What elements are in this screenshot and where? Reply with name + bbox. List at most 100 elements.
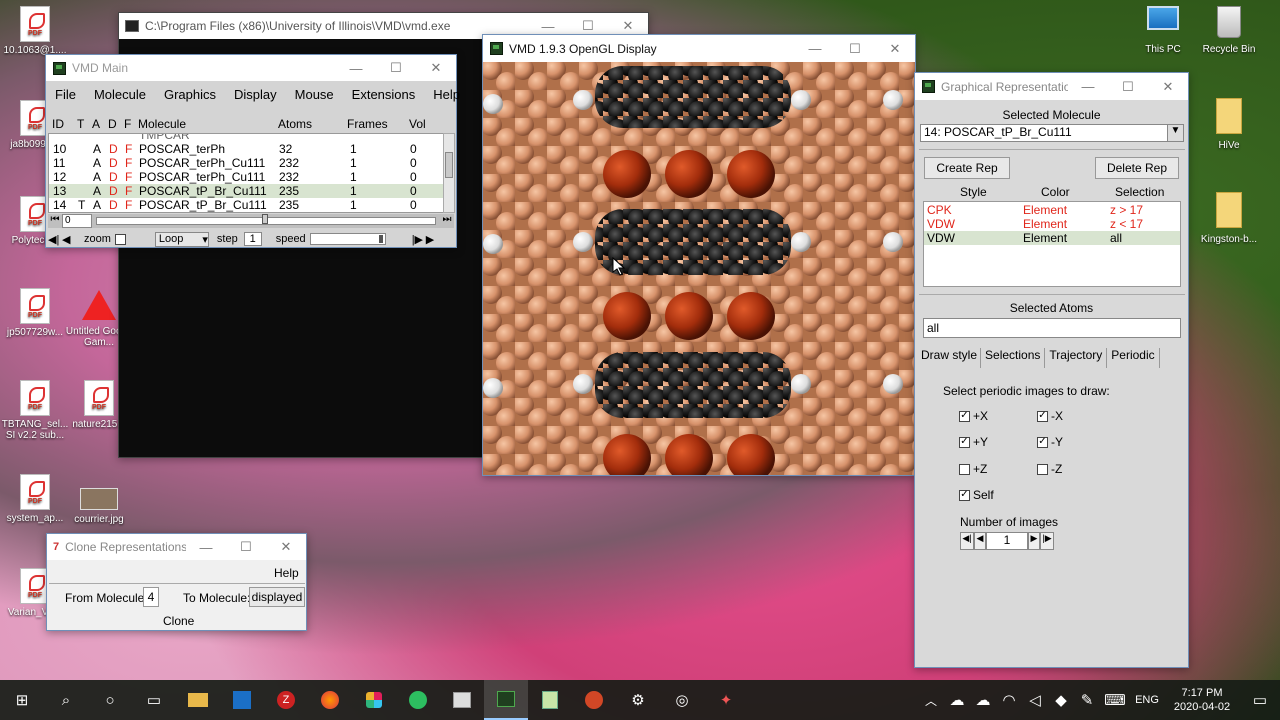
checkbox[interactable]: ✓ — [959, 410, 970, 422]
clone-button[interactable]: Clone — [163, 614, 194, 628]
search-icon[interactable]: ⌕ — [44, 680, 88, 720]
create-rep-button[interactable]: Create Rep — [924, 157, 1010, 179]
play-forward-icon[interactable]: ▶ — [426, 233, 440, 246]
slack-icon[interactable] — [352, 680, 396, 720]
rep-row[interactable]: VDW Element z < 17 — [924, 217, 1180, 231]
list-scrollbar[interactable] — [443, 133, 455, 213]
loop-select[interactable]: Loop ▾ — [154, 231, 209, 247]
maximize-icon[interactable]: ☐ — [835, 41, 875, 57]
desktop-icon-kingston[interactable]: Kingston-b... — [1194, 192, 1264, 245]
rep-row[interactable]: VDW Element all — [924, 231, 1180, 245]
notepad-icon[interactable] — [528, 680, 572, 720]
settings-icon[interactable]: ⚙ — [616, 680, 660, 720]
keyboard-icon[interactable]: ⌨ — [1100, 680, 1130, 720]
periodic-option[interactable]: ✓ +Y — [959, 435, 988, 449]
col-d[interactable]: D — [108, 117, 117, 131]
notification-icon[interactable]: ▭ — [1240, 680, 1280, 720]
periodic-option[interactable]: ✓ -X — [1037, 409, 1063, 423]
num-images-input[interactable]: 1 — [986, 532, 1028, 550]
chevron-up-icon[interactable]: ︿ — [918, 680, 944, 720]
opengl-display-window[interactable]: VMD 1.9.3 OpenGL Display — ☐ ✕ — [482, 34, 916, 476]
opengl-titlebar[interactable]: VMD 1.9.3 OpenGL Display — ☐ ✕ — [483, 35, 915, 62]
frame-input[interactable]: 0 — [62, 214, 92, 228]
col-atoms[interactable]: Atoms — [278, 117, 312, 131]
pen-icon[interactable]: ✎ — [1074, 680, 1100, 720]
selected-atoms-input[interactable]: all — [923, 318, 1181, 338]
desktop-icon-pdf-4[interactable]: jp507729w... — [0, 288, 70, 338]
from-molecule-input[interactable]: 4 — [143, 587, 159, 607]
menu-extensions[interactable]: Extensions — [343, 87, 425, 102]
menu-graphics[interactable]: Graphics — [155, 87, 225, 102]
minimize-icon[interactable]: — — [186, 540, 226, 555]
menu-display[interactable]: Display — [225, 87, 286, 102]
minimize-icon[interactable]: — — [336, 61, 376, 76]
checkbox[interactable]: ✓ — [1037, 410, 1048, 422]
maximize-icon[interactable]: ☐ — [1108, 79, 1148, 95]
desktop-icon-courrier[interactable]: courrier.jpg — [64, 488, 134, 525]
rep-row[interactable]: CPK Element z > 17 — [924, 203, 1180, 217]
periodic-option[interactable]: ✓ +X — [959, 409, 988, 423]
play-back-icon[interactable]: ◀ — [62, 233, 76, 246]
windows-start-icon[interactable]: ⊞ — [0, 680, 44, 720]
menu-file[interactable]: File — [46, 87, 85, 102]
double-left-arrow-icon[interactable]: ◀| — [960, 532, 974, 550]
dropbox-icon[interactable]: ◆ — [1048, 680, 1074, 720]
evernote-icon[interactable] — [396, 680, 440, 720]
desktop-icon-hive[interactable]: HiVe — [1194, 98, 1264, 151]
maximize-icon[interactable]: ☐ — [376, 60, 416, 76]
vmd-taskbar-icon[interactable] — [484, 680, 528, 720]
tab-draw-style[interactable]: Draw style — [918, 348, 982, 368]
right-arrow-icon[interactable]: ▶ — [1028, 532, 1040, 550]
volume-icon[interactable]: ◁ — [1022, 680, 1048, 720]
checkbox[interactable]: ✓ — [959, 489, 970, 501]
graph-reps-window[interactable]: Graphical Representations — ☐ ✕ Selected… — [914, 72, 1189, 668]
table-row[interactable]: 11 A D F POSCAR_terPh_Cu111 232 1 0 — [49, 156, 443, 170]
close-icon[interactable]: ✕ — [416, 60, 456, 76]
wifi-icon[interactable]: ◠ — [996, 680, 1022, 720]
snipping-tool-icon[interactable] — [440, 680, 484, 720]
double-right-arrow-icon[interactable]: |▶ — [1040, 532, 1054, 550]
checkbox[interactable] — [959, 463, 970, 475]
close-icon[interactable]: ✕ — [875, 41, 915, 57]
file-explorer-icon[interactable] — [176, 680, 220, 720]
desktop-icon-this-pc[interactable]: This PC — [1128, 6, 1198, 55]
delete-rep-button[interactable]: Delete Rep — [1095, 157, 1179, 179]
maximize-icon[interactable]: ☐ — [568, 18, 608, 34]
desktop-icon-pdf-5[interactable]: TBTANG_sel... SI v2.2 sub... — [0, 380, 70, 441]
checkbox[interactable]: ✓ — [1037, 436, 1048, 448]
graph-reps-titlebar[interactable]: Graphical Representations — ☐ ✕ — [915, 73, 1188, 100]
table-row[interactable]: 12 A D F POSCAR_terPh_Cu111 232 1 0 — [49, 170, 443, 184]
checkbox[interactable] — [1037, 463, 1048, 475]
col-t[interactable]: T — [77, 117, 84, 131]
clone-help-menu[interactable]: Help — [274, 566, 299, 580]
language-indicator[interactable]: ENG — [1130, 694, 1164, 706]
browser-icon[interactable]: ◎ — [660, 680, 704, 720]
tk-app-icon[interactable]: ✦ — [704, 680, 748, 720]
first-frame-icon[interactable]: ⏮ — [48, 214, 62, 228]
desktop-icon-pdf-6[interactable]: system_ap... — [0, 474, 70, 524]
clone-reps-window[interactable]: 7 Clone Representations — ☐ ✕ Help From … — [46, 533, 307, 631]
periodic-option[interactable]: -Z — [1037, 462, 1062, 476]
minimize-icon[interactable]: — — [795, 41, 835, 56]
clock[interactable]: 7:17 PM 2020-04-02 — [1164, 686, 1240, 714]
outlook-icon[interactable] — [220, 680, 264, 720]
firefox-icon[interactable] — [308, 680, 352, 720]
maximize-icon[interactable]: ☐ — [226, 539, 266, 555]
step-back-icon[interactable]: ◀| — [48, 233, 62, 246]
zotero-icon[interactable]: Z — [264, 680, 308, 720]
cortana-icon[interactable]: ○ — [88, 680, 132, 720]
task-view-icon[interactable]: ▭ — [132, 680, 176, 720]
table-row[interactable]: 14 T A D F POSCAR_tP_Br_Cu111 235 1 0 — [49, 198, 443, 212]
close-icon[interactable]: ✕ — [266, 539, 306, 555]
vmd-main-window[interactable]: VMD Main — ☐ ✕ File Molecule Graphics Di… — [45, 54, 460, 248]
tab-periodic[interactable]: Periodic — [1107, 348, 1160, 368]
col-id[interactable]: ID — [52, 117, 64, 131]
menu-molecule[interactable]: Molecule — [85, 87, 155, 102]
periodic-option[interactable]: +Z — [959, 462, 987, 476]
last-frame-icon[interactable]: ⏭ — [440, 214, 454, 228]
tab-selections[interactable]: Selections — [981, 348, 1046, 368]
close-icon[interactable]: ✕ — [608, 18, 648, 34]
desktop-icon-recycle-bin[interactable]: Recycle Bin — [1194, 6, 1264, 55]
close-icon[interactable]: ✕ — [1148, 79, 1188, 95]
minimize-icon[interactable]: — — [528, 19, 568, 34]
